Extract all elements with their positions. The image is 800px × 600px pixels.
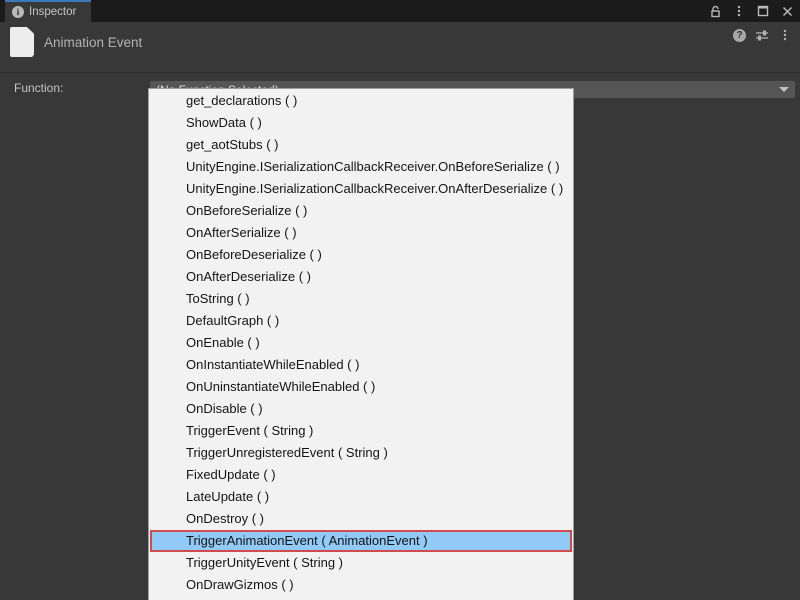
menu-item[interactable]: UnityEngine.ISerializationCallbackReceiv… bbox=[149, 156, 573, 178]
maximize-icon[interactable] bbox=[756, 4, 770, 18]
info-icon: i bbox=[12, 6, 24, 18]
menu-item[interactable]: ShowData ( ) bbox=[149, 112, 573, 134]
menu-item[interactable]: OnAfterSerialize ( ) bbox=[149, 222, 573, 244]
tab-inspector[interactable]: i Inspector bbox=[5, 0, 91, 22]
menu-item[interactable]: OnDestroy ( ) bbox=[149, 508, 573, 530]
menu-item[interactable]: OnDrawGizmos ( ) bbox=[149, 574, 573, 596]
menu-item[interactable]: OnInstantiateWhileEnabled ( ) bbox=[149, 354, 573, 376]
inspector-window: i Inspector bbox=[0, 0, 800, 600]
presets-icon[interactable] bbox=[755, 28, 769, 42]
tab-label: Inspector bbox=[29, 6, 76, 18]
menu-item[interactable]: TriggerEvent ( String ) bbox=[149, 420, 573, 442]
component-header: Animation Event ? bbox=[0, 22, 800, 73]
menu-item[interactable]: DefaultGraph ( ) bbox=[149, 310, 573, 332]
menu-item[interactable]: FixedUpdate ( ) bbox=[149, 464, 573, 486]
titlebar-icons bbox=[708, 0, 794, 22]
menu-item-selected[interactable]: TriggerAnimationEvent ( AnimationEvent ) bbox=[150, 530, 572, 552]
menu-item[interactable]: get_declarations ( ) bbox=[149, 90, 573, 112]
document-icon bbox=[10, 27, 34, 57]
menu-item[interactable]: OnAfterDeserialize ( ) bbox=[149, 266, 573, 288]
menu-item[interactable]: TriggerUnregisteredEvent ( String ) bbox=[149, 442, 573, 464]
function-menu: get_declarations ( )ShowData ( )get_aotS… bbox=[148, 88, 574, 600]
menu-item[interactable]: UnityEngine.ISerializationCallbackReceiv… bbox=[149, 178, 573, 200]
unlock-icon[interactable] bbox=[708, 4, 722, 18]
component-title: Animation Event bbox=[44, 35, 142, 50]
menu-item[interactable]: get_aotStubs ( ) bbox=[149, 134, 573, 156]
menu-item[interactable]: OnBeforeSerialize ( ) bbox=[149, 200, 573, 222]
menu-item[interactable]: OnUninstantiateWhileEnabled ( ) bbox=[149, 376, 573, 398]
header-icons: ? bbox=[733, 28, 792, 42]
menu-item[interactable]: OnBeforeDeserialize ( ) bbox=[149, 244, 573, 266]
menu-item[interactable]: LateUpdate ( ) bbox=[149, 486, 573, 508]
help-icon[interactable]: ? bbox=[733, 29, 746, 42]
titlebar: i Inspector bbox=[0, 0, 800, 22]
function-label: Function: bbox=[14, 81, 63, 95]
menu-item[interactable]: ToString ( ) bbox=[149, 288, 573, 310]
close-icon[interactable] bbox=[780, 4, 794, 18]
menu-item[interactable]: TriggerUnityEvent ( String ) bbox=[149, 552, 573, 574]
kebab-menu-icon[interactable] bbox=[732, 4, 746, 18]
menu-item[interactable]: OnDisable ( ) bbox=[149, 398, 573, 420]
menu-item[interactable]: OnEnable ( ) bbox=[149, 332, 573, 354]
chevron-down-icon bbox=[779, 87, 789, 92]
kebab-menu-icon[interactable] bbox=[778, 28, 792, 42]
